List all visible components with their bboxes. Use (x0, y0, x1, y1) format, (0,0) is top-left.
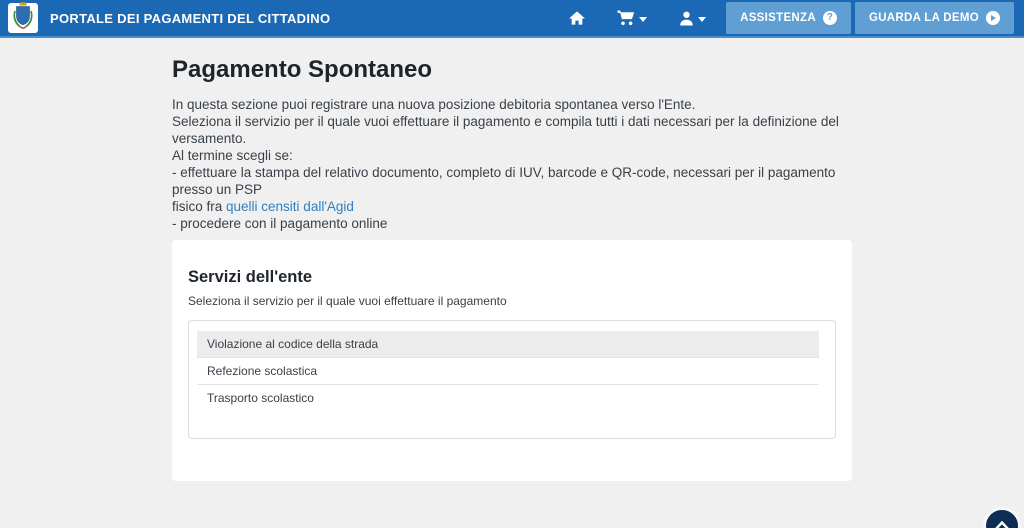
user-icon (679, 11, 694, 26)
guarda-la-demo-button[interactable]: GUARDA LA DEMO (855, 2, 1014, 34)
portal-title: PORTALE DEI PAGAMENTI DEL CITTADINO (50, 11, 330, 26)
page-title: Pagamento Spontaneo (172, 56, 872, 84)
intro-line: In questa sezione puoi registrare una nu… (172, 96, 872, 113)
services-card: Servizi dell'ente Seleziona il servizio … (172, 240, 852, 481)
play-circle-icon (986, 11, 1000, 25)
intro-line: fisico fra quelli censiti dall'Agid (172, 198, 872, 215)
cart-dropdown-caret (639, 17, 647, 22)
home-button[interactable] (553, 0, 601, 36)
intro-line: - procedere con il pagamento online (172, 215, 872, 232)
agid-psp-link[interactable]: quelli censiti dall'Agid (226, 199, 354, 214)
coat-of-arms-icon (12, 2, 34, 35)
service-item-violazione-codice-strada[interactable]: Violazione al codice della strada (197, 331, 819, 358)
service-item-trasporto-scolastico[interactable]: Trasporto scolastico (197, 385, 819, 411)
service-item-refezione-scolastica[interactable]: Refezione scolastica (197, 358, 819, 385)
municipality-logo[interactable] (8, 3, 38, 33)
assistenza-button[interactable]: ASSISTENZA ? (726, 2, 851, 34)
intro-line: Al termine scegli se: (172, 147, 872, 164)
user-menu-button[interactable] (663, 0, 722, 36)
home-icon (569, 11, 585, 25)
intro-line-prefix: fisico fra (172, 199, 226, 214)
assistenza-label: ASSISTENZA (740, 12, 816, 24)
demo-label: GUARDA LA DEMO (869, 12, 979, 24)
services-list: Violazione al codice della strada Refezi… (188, 320, 836, 439)
question-circle-icon: ? (823, 11, 837, 25)
scroll-to-top-button[interactable] (983, 507, 1021, 528)
intro-line: - effettuare la stampa del relativo docu… (172, 164, 872, 198)
navbar-actions: ASSISTENZA ? GUARDA LA DEMO (553, 0, 1014, 36)
services-card-subtitle: Seleziona il servizio per il quale vuoi … (188, 294, 836, 308)
cart-menu-button[interactable] (601, 0, 663, 36)
intro-line: Seleziona il servizio per il quale vuoi … (172, 113, 872, 147)
intro-text: In questa sezione puoi registrare una nu… (172, 96, 872, 232)
services-card-title: Servizi dell'ente (188, 268, 836, 287)
chevron-up-icon (995, 517, 1009, 528)
spontaneous-payment-section: Pagamento Spontaneo In questa sezione pu… (172, 56, 872, 232)
top-navbar: PORTALE DEI PAGAMENTI DEL CITTADINO (0, 0, 1024, 38)
user-dropdown-caret (698, 17, 706, 22)
shopping-cart-icon (617, 10, 635, 26)
